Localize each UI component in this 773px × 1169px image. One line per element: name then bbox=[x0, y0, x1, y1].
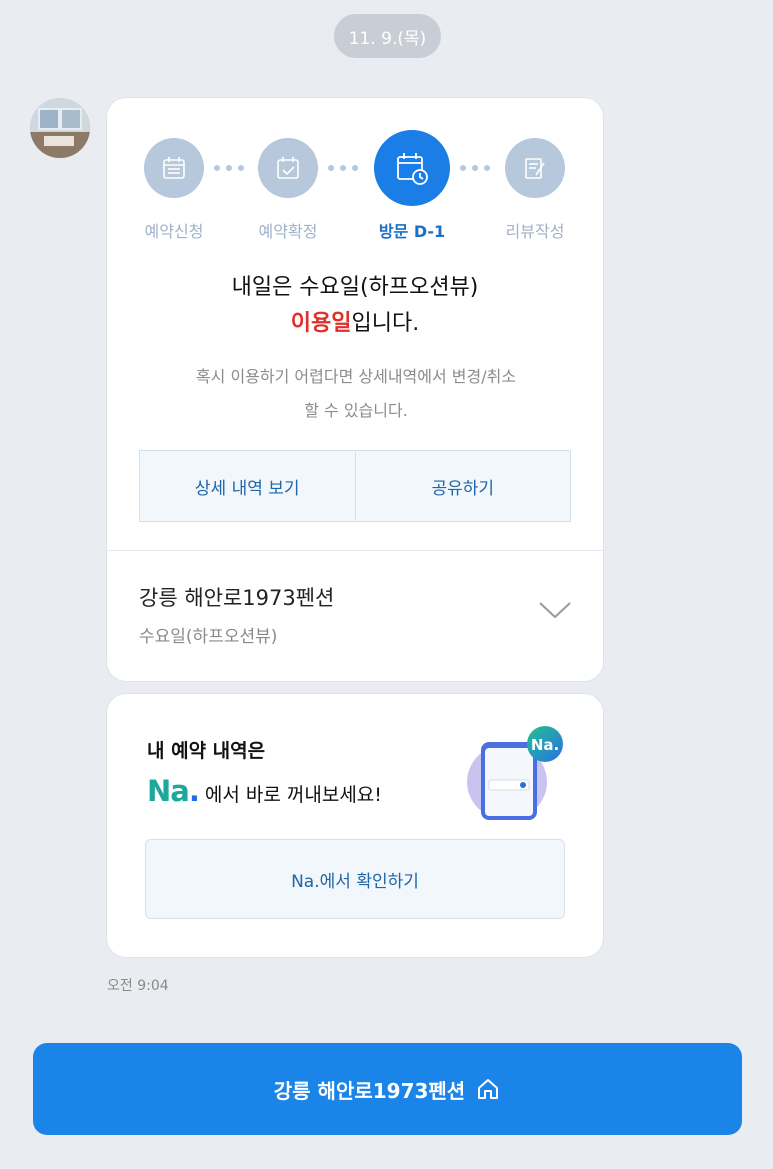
promo-subtitle: Na. 에서 바로 꺼내보세요! bbox=[147, 774, 382, 808]
reservation-card: 예약신청 예약확정 방문 D-1 리뷰작성 내일은 수요일(하프오션뷰) 이용일… bbox=[106, 97, 604, 682]
promo-subtitle-text: 에서 바로 꺼내보세요! bbox=[204, 784, 382, 806]
notice-sub-line1: 혹시 이용하기 어렵다면 상세내역에서 변경/취소 bbox=[195, 367, 517, 386]
open-na-button[interactable]: Na.에서 확인하기 bbox=[145, 839, 565, 919]
na-logo: Na. bbox=[147, 774, 200, 808]
step-label-confirm: 예약확정 bbox=[258, 222, 318, 241]
date-separator: 11. 9.(목) bbox=[334, 14, 441, 58]
notice-line2-rest: 입니다. bbox=[351, 311, 420, 336]
step-connector bbox=[214, 165, 244, 171]
divider bbox=[107, 550, 603, 551]
phone-illustration-icon: Na. bbox=[467, 726, 563, 820]
step-visit-icon bbox=[374, 130, 450, 206]
step-label-review: 리뷰작성 bbox=[505, 222, 565, 241]
na-logo-dot: . bbox=[188, 774, 200, 808]
chevron-down-icon[interactable] bbox=[537, 598, 573, 622]
notice-subtext: 혹시 이용하기 어렵다면 상세내역에서 변경/취소 할 수 있습니다. bbox=[137, 360, 575, 428]
place-home-button[interactable]: 강릉 해안로1973펜션 bbox=[33, 1043, 742, 1135]
notice-line1: 내일은 수요일(하프오션뷰) bbox=[231, 275, 479, 300]
na-logo-text: Na bbox=[147, 774, 190, 808]
view-details-button[interactable]: 상세 내역 보기 bbox=[140, 451, 355, 521]
progress-steps: 예약신청 예약확정 방문 D-1 리뷰작성 bbox=[107, 128, 603, 258]
step-confirm-icon bbox=[258, 138, 318, 198]
promo-title: 내 예약 내역은 bbox=[147, 740, 266, 762]
place-home-label: 강릉 해안로1973펜션 bbox=[273, 1078, 466, 1103]
promo-card: 내 예약 내역은 Na. 에서 바로 꺼내보세요! Na. Na.에서 확인하기 bbox=[106, 693, 604, 958]
step-label-request: 예약신청 bbox=[144, 222, 204, 241]
na-badge: Na. bbox=[531, 736, 559, 754]
notice-line2: 이용일입니다. bbox=[107, 306, 603, 342]
room-name: 수요일(하프오션뷰) bbox=[139, 627, 278, 647]
action-buttons: 상세 내역 보기 공유하기 bbox=[139, 450, 571, 522]
step-request-icon bbox=[144, 138, 204, 198]
notice-headline: 내일은 수요일(하프오션뷰) 이용일입니다. bbox=[107, 270, 603, 342]
home-icon bbox=[478, 1079, 499, 1099]
avatar[interactable] bbox=[30, 98, 90, 158]
step-review-icon bbox=[505, 138, 565, 198]
message-timestamp: 오전 9:04 bbox=[107, 978, 169, 994]
step-connector bbox=[328, 165, 358, 171]
place-name: 강릉 해안로1973펜션 bbox=[139, 586, 335, 610]
step-connector bbox=[460, 165, 490, 171]
share-button[interactable]: 공유하기 bbox=[354, 451, 571, 521]
notice-sub-line2: 할 수 있습니다. bbox=[304, 401, 408, 420]
notice-highlight: 이용일 bbox=[290, 311, 352, 336]
step-label-visit: 방문 D-1 bbox=[378, 222, 446, 241]
